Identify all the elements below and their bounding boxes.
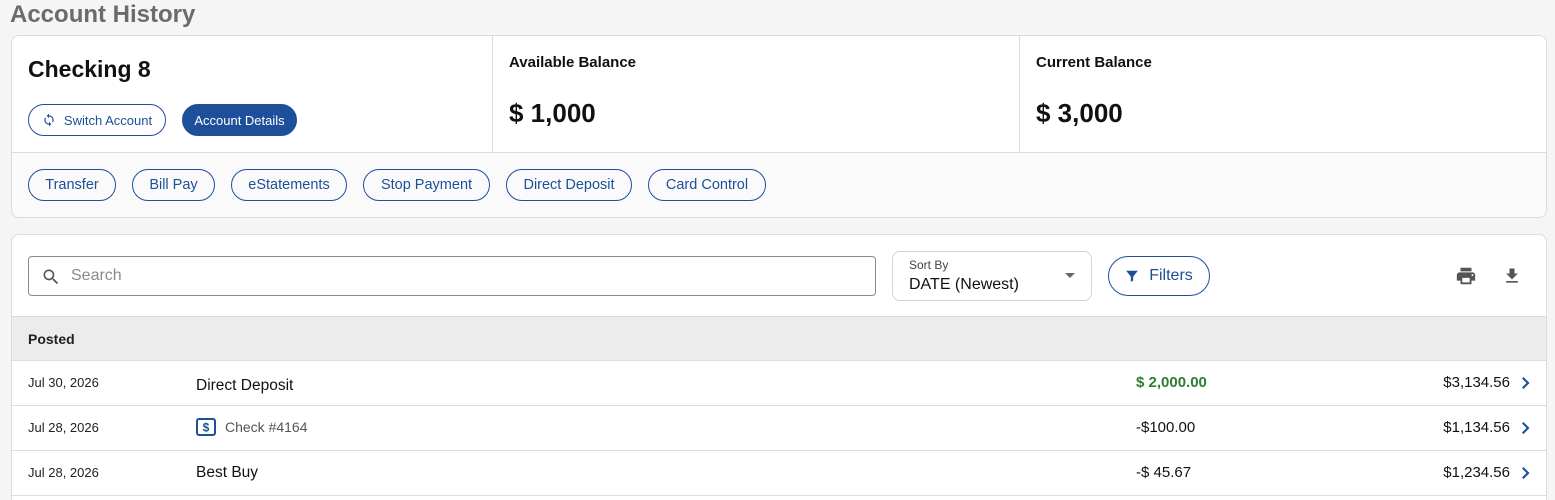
transaction-amount: $ 2,000.00 xyxy=(1136,374,1207,391)
chevron-down-icon xyxy=(1065,273,1075,278)
direct-deposit-button[interactable]: Direct Deposit xyxy=(506,169,632,201)
transaction-date: Jul 30, 2026 xyxy=(28,375,99,390)
transaction-balance: $1,234.56 xyxy=(1443,464,1510,481)
search-icon xyxy=(43,269,59,285)
stop-payment-button[interactable]: Stop Payment xyxy=(363,169,490,201)
available-balance-value: $ 1,000 xyxy=(509,98,596,128)
svg-text:$: $ xyxy=(203,421,210,435)
transaction-row[interactable]: Jul 30, 2026 Direct Deposit $ 2,000.00 $… xyxy=(12,361,1546,406)
posted-section-header: Posted xyxy=(12,316,1546,361)
search-input[interactable] xyxy=(71,257,861,295)
switch-account-button[interactable]: Switch Account xyxy=(28,104,166,136)
sort-by-label: Sort By xyxy=(909,258,949,272)
current-balance-panel: Current Balance $ 3,000 xyxy=(1020,36,1546,153)
transaction-description: $ Check #4164 xyxy=(196,418,308,436)
account-summary-card: Checking 8 Switch Account Account Detail… xyxy=(11,35,1547,218)
account-details-button[interactable]: Account Details xyxy=(182,104,297,136)
card-control-button[interactable]: Card Control xyxy=(648,169,766,201)
check-icon: $ xyxy=(196,418,216,436)
transaction-description: Best Buy xyxy=(196,464,259,481)
account-name-panel: Checking 8 Switch Account Account Detail… xyxy=(12,36,493,153)
transaction-row[interactable]: Jul 28, 2026 Best Buy -$ 45.67 $1,234.56 xyxy=(12,451,1546,496)
chevron-right-icon xyxy=(1522,467,1530,479)
account-name: Checking 8 xyxy=(28,56,151,82)
transaction-date: Jul 28, 2026 xyxy=(28,420,99,435)
transaction-amount: -$100.00 xyxy=(1136,419,1196,436)
transaction-amount: -$ 45.67 xyxy=(1136,464,1192,481)
posted-section-title: Posted xyxy=(28,331,75,347)
page-title: Account History xyxy=(10,1,196,28)
current-balance-value: $ 3,000 xyxy=(1036,98,1123,128)
available-balance-label: Available Balance xyxy=(509,54,637,71)
account-summary-top: Checking 8 Switch Account Account Detail… xyxy=(12,36,1546,153)
transaction-balance: $1,134.56 xyxy=(1443,419,1510,436)
filter-icon xyxy=(1126,270,1139,282)
refresh-icon xyxy=(44,113,54,127)
sort-by-select[interactable]: Sort By DATE (Newest) xyxy=(892,251,1092,301)
switch-account-label: Switch Account xyxy=(63,112,153,128)
bill-pay-button[interactable]: Bill Pay xyxy=(132,169,215,201)
sort-by-value: DATE (Newest) xyxy=(909,276,1019,293)
current-balance-label: Current Balance xyxy=(1036,54,1152,71)
transactions-card: Sort By DATE (Newest) Filters Posted Jul… xyxy=(11,234,1547,500)
transaction-balance: $3,134.56 xyxy=(1443,374,1510,391)
available-balance-panel: Available Balance $ 1,000 xyxy=(493,36,1020,153)
download-icon[interactable] xyxy=(1502,265,1522,287)
transaction-description: Direct Deposit xyxy=(196,377,294,394)
filters-label: Filters xyxy=(1149,267,1193,284)
chevron-right-icon xyxy=(1522,422,1530,434)
transaction-row[interactable]: Jul 28, 2026 $ Check #4164 -$100.00 $1,1… xyxy=(12,406,1546,451)
filters-button[interactable]: Filters xyxy=(1108,256,1210,296)
chevron-right-icon xyxy=(1522,377,1530,389)
transaction-description-text: Check #4164 xyxy=(225,419,308,435)
transaction-date: Jul 28, 2026 xyxy=(28,465,99,480)
estatements-button[interactable]: eStatements xyxy=(231,169,347,201)
search-field[interactable] xyxy=(28,256,876,296)
print-icon[interactable] xyxy=(1455,265,1477,287)
transfer-button[interactable]: Transfer xyxy=(28,169,116,201)
